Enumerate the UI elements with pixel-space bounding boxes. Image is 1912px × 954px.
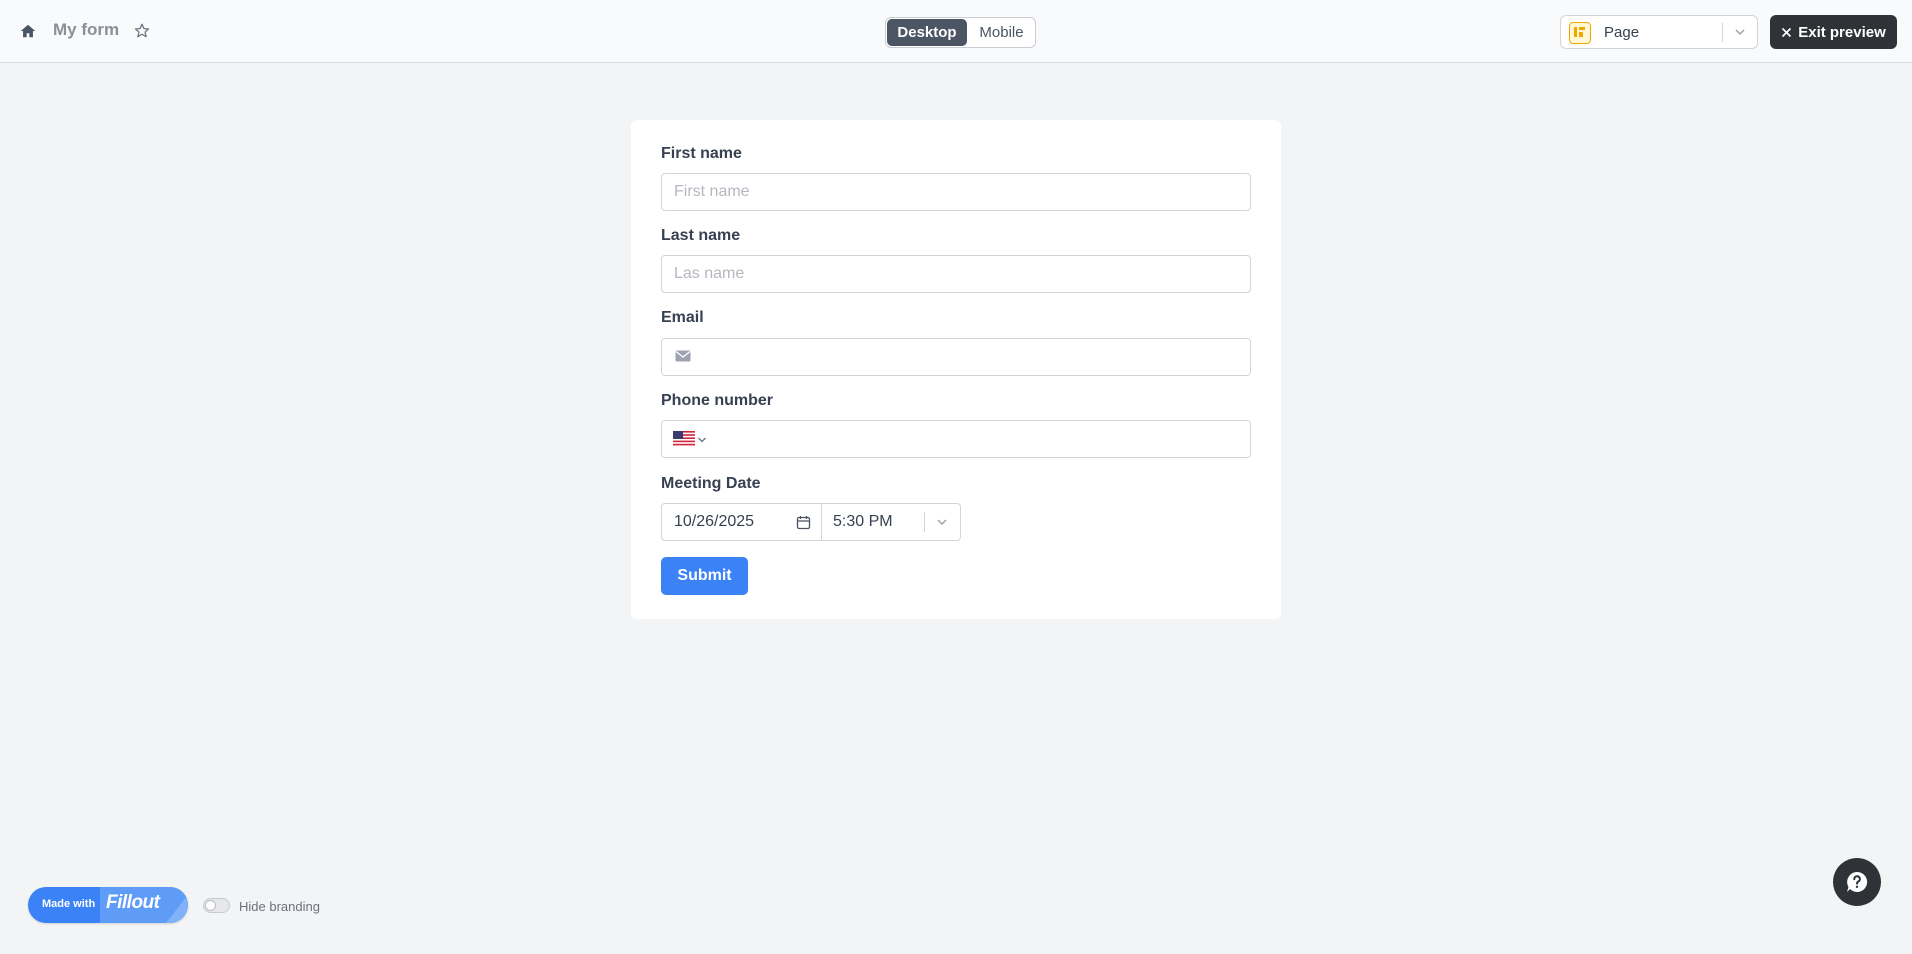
first-name-input[interactable] xyxy=(661,173,1251,211)
fillout-brand-text: Fillout xyxy=(106,892,160,913)
tab-desktop[interactable]: Desktop xyxy=(887,19,967,46)
chevron-down-icon[interactable] xyxy=(697,436,707,444)
us-flag-icon[interactable] xyxy=(673,431,695,447)
first-name-label: First name xyxy=(661,145,742,162)
form-card: First name Last name Email Phone number … xyxy=(631,120,1281,619)
email-input[interactable] xyxy=(661,338,1251,376)
top-bar: My form Desktop Mobile Page Exit preview xyxy=(0,0,1912,63)
time-value: 5:30 PM xyxy=(833,513,893,530)
date-value: 10/26/2025 xyxy=(674,513,755,530)
phone-input[interactable] xyxy=(661,420,1251,458)
fillout-logo: Fillout xyxy=(100,887,188,923)
chevron-down-icon[interactable] xyxy=(935,515,949,529)
toggle-knob xyxy=(205,900,216,911)
exit-preview-label: Exit preview xyxy=(1798,23,1886,41)
email-label: Email xyxy=(661,309,704,326)
made-with-label: Made with xyxy=(42,898,96,910)
page-icon xyxy=(1569,22,1591,44)
hide-branding-label: Hide branding xyxy=(239,899,320,914)
submit-button[interactable]: Submit xyxy=(661,557,748,595)
envelope-icon xyxy=(675,350,691,362)
divider xyxy=(924,512,925,532)
page-select-value: Page xyxy=(1604,24,1640,41)
close-icon xyxy=(1782,27,1792,37)
last-name-input[interactable] xyxy=(661,255,1251,293)
help-chat-button[interactable] xyxy=(1833,858,1881,906)
tab-mobile[interactable]: Mobile xyxy=(968,18,1035,47)
hide-branding-toggle[interactable] xyxy=(203,898,230,913)
calendar-icon[interactable] xyxy=(796,515,811,530)
form-title[interactable]: My form xyxy=(53,20,119,40)
meeting-date-label: Meeting Date xyxy=(661,475,761,492)
made-with-fillout-badge[interactable]: Made with Fillout xyxy=(28,887,188,923)
view-toggle: Desktop Mobile xyxy=(885,17,1036,48)
time-select[interactable]: 5:30 PM xyxy=(821,503,961,541)
chevron-down-icon[interactable] xyxy=(1733,25,1747,39)
question-chat-icon xyxy=(1847,871,1868,892)
last-name-label: Last name xyxy=(661,227,741,244)
phone-label: Phone number xyxy=(661,392,774,409)
exit-preview-button[interactable]: Exit preview xyxy=(1770,15,1897,49)
star-icon[interactable] xyxy=(133,22,151,40)
date-input[interactable]: 10/26/2025 xyxy=(661,503,822,541)
home-icon[interactable] xyxy=(19,22,37,40)
page-select[interactable]: Page xyxy=(1560,15,1758,49)
divider xyxy=(1722,23,1723,42)
